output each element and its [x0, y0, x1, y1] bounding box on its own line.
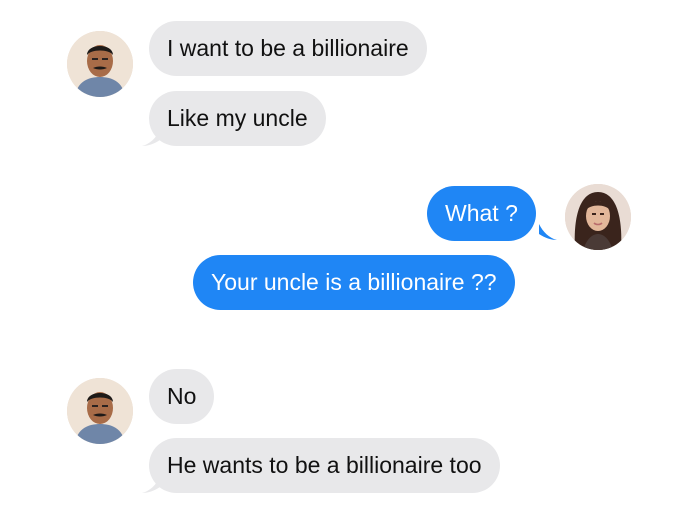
- message-bubble-outgoing: What ?: [427, 186, 536, 241]
- message-bubble-incoming: Like my uncle: [149, 91, 326, 146]
- message-text: He wants to be a billionaire too: [167, 452, 482, 478]
- my-avatar-icon: [565, 184, 631, 250]
- message-text: No: [167, 383, 197, 409]
- bubble-tail: [142, 477, 160, 493]
- message-bubble-incoming: He wants to be a billionaire too: [149, 438, 500, 493]
- bubble-tail: [142, 130, 160, 146]
- chat-thread: I want to be a billionaire Like my uncle…: [0, 0, 700, 526]
- message-bubble-incoming: No: [149, 369, 215, 424]
- message-bubble-outgoing: Your uncle is a billionaire ??: [193, 255, 515, 310]
- contact-avatar-icon: [67, 31, 133, 97]
- bubble-tail: [539, 224, 557, 240]
- message-text: I want to be a billionaire: [167, 35, 409, 61]
- message-text: Your uncle is a billionaire ??: [211, 269, 497, 295]
- message-text: Like my uncle: [167, 105, 308, 131]
- message-bubble-incoming: I want to be a billionaire: [149, 21, 427, 76]
- contact-avatar-icon: [67, 378, 133, 444]
- message-text: What ?: [445, 200, 518, 226]
